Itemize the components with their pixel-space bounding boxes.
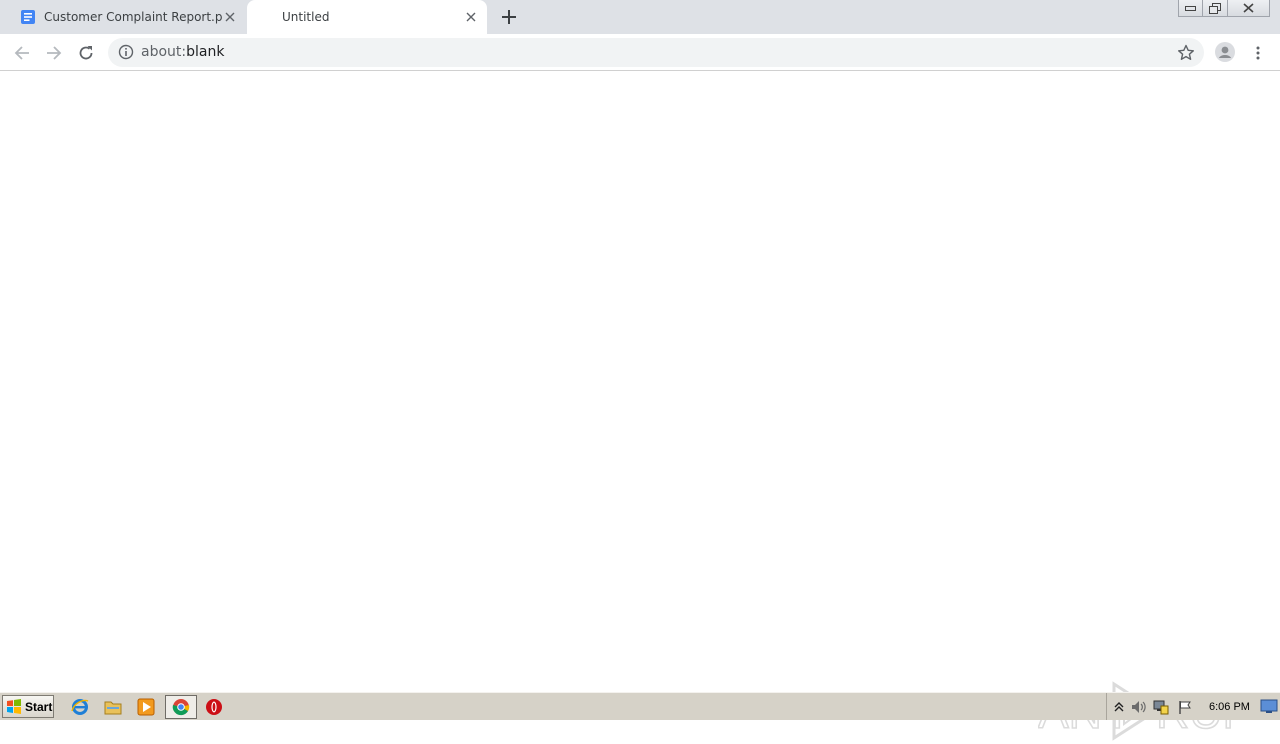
address-bar[interactable]: about:blank (108, 38, 1204, 67)
profile-button[interactable] (1213, 40, 1237, 64)
chevron-up-icon (1114, 702, 1124, 712)
tab-customer-complaint-report[interactable]: Customer Complaint Report.pdf (8, 0, 246, 34)
system-tray (1106, 693, 1280, 720)
forward-button[interactable] (42, 41, 66, 65)
browser-toolbar: about:blank (0, 34, 1280, 71)
avatar-icon (1215, 42, 1235, 62)
google-docs-icon (21, 10, 35, 24)
arrow-left-icon (14, 46, 29, 60)
taskbar: Start 6:06 PM (0, 692, 1280, 720)
tab-title: Untitled (282, 10, 330, 24)
info-icon[interactable] (118, 44, 134, 60)
chrome-icon (172, 699, 190, 716)
file-explorer-icon[interactable] (103, 697, 123, 717)
reload-button[interactable] (74, 41, 98, 65)
reload-icon (79, 46, 93, 60)
close-icon (1243, 3, 1254, 13)
start-label: Start (25, 699, 53, 714)
kebab-menu-icon (1256, 46, 1260, 60)
close-window-button[interactable] (1228, 0, 1270, 17)
restore-icon (1209, 2, 1221, 14)
arrow-right-icon (47, 46, 62, 60)
url-text[interactable]: about:blank (141, 44, 224, 60)
minimize-button[interactable] (1178, 0, 1203, 17)
action-center-flag-icon[interactable] (1177, 699, 1193, 715)
minimize-icon (1185, 6, 1196, 11)
close-tab-icon[interactable] (222, 9, 238, 25)
bookmark-star-icon[interactable] (1177, 44, 1195, 62)
tab-untitled[interactable]: Untitled (247, 0, 487, 34)
volume-icon[interactable] (1131, 699, 1147, 715)
menu-button[interactable] (1246, 41, 1270, 65)
url-path: blank (186, 44, 225, 60)
close-tab-icon[interactable] (463, 9, 479, 25)
new-tab-button[interactable] (500, 8, 518, 26)
restore-button[interactable] (1203, 0, 1228, 17)
windows-logo-icon (7, 698, 21, 714)
tab-strip: Customer Complaint Report.pdf Untitled (0, 0, 1280, 34)
start-button[interactable]: Start (2, 695, 54, 718)
media-player-icon[interactable] (136, 697, 156, 717)
chrome-taskbar-button[interactable] (165, 695, 197, 719)
url-scheme: about: (141, 44, 187, 60)
window-controls (1178, 0, 1270, 18)
tab-title: Customer Complaint Report.pdf (44, 10, 222, 24)
back-button[interactable] (10, 41, 34, 65)
clock[interactable]: 6:06 PM (1209, 701, 1250, 713)
show-hidden-icons-button[interactable] (1111, 699, 1127, 715)
show-desktop-icon[interactable] (1260, 698, 1278, 714)
plus-icon (502, 10, 516, 24)
page-content: ANY RUN (0, 72, 1280, 741)
internet-explorer-icon[interactable] (70, 697, 90, 717)
opera-icon[interactable] (204, 697, 224, 717)
network-icon[interactable] (1153, 699, 1169, 715)
